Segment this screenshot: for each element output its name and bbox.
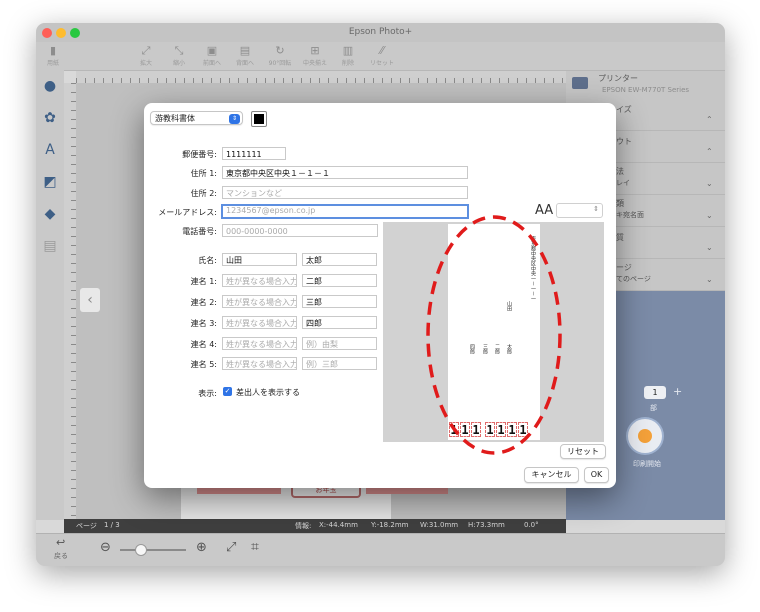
annotation-overlay xyxy=(426,215,562,455)
highlight-ellipse xyxy=(426,215,562,455)
